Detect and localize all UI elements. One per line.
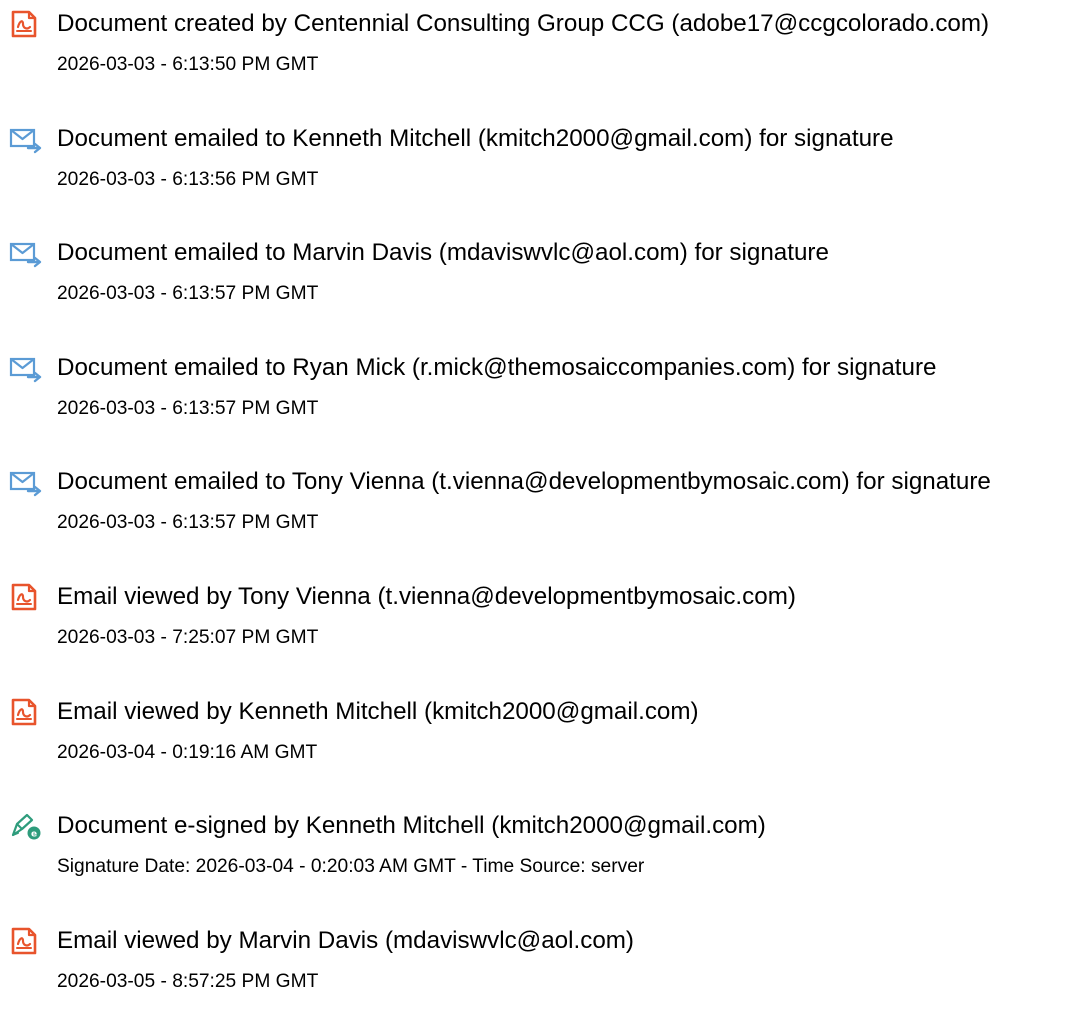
document-icon xyxy=(9,9,43,39)
event-timestamp: 2026-03-03 - 6:13:57 PM GMT xyxy=(57,398,319,419)
event-timestamp: 2026-03-03 - 7:25:07 PM GMT xyxy=(57,627,319,648)
event-timestamp: 2026-03-04 - 0:19:16 AM GMT xyxy=(57,742,318,763)
event-title: Document created by Centennial Consultin… xyxy=(57,10,990,37)
audit-event: Document emailed to Tony Vienna (t.vienn… xyxy=(0,458,1091,558)
svg-text:e: e xyxy=(31,830,37,840)
event-title: Document emailed to Marvin Davis (mdavis… xyxy=(57,239,829,266)
audit-event-list: Document created by Centennial Consultin… xyxy=(0,0,1091,992)
signature-pen-icon: e xyxy=(9,811,43,841)
email-send-icon xyxy=(9,238,43,268)
document-icon xyxy=(9,697,43,727)
event-signature-detail: Signature Date: 2026-03-04 - 0:20:03 AM … xyxy=(57,856,645,877)
email-send-icon xyxy=(9,124,43,154)
audit-event: Email viewed by Marvin Davis (mdaviswvlc… xyxy=(0,917,1091,1017)
event-timestamp: 2026-03-03 - 6:13:56 PM GMT xyxy=(57,169,319,190)
event-title: Document emailed to Ryan Mick (r.mick@th… xyxy=(57,354,937,381)
event-timestamp: 2026-03-03 - 6:13:50 PM GMT xyxy=(57,54,319,75)
audit-event: Document emailed to Kenneth Mitchell (km… xyxy=(0,115,1091,215)
event-title: Document e-signed by Kenneth Mitchell (k… xyxy=(57,812,766,839)
audit-event: Document emailed to Marvin Davis (mdavis… xyxy=(0,229,1091,329)
document-icon xyxy=(9,582,43,612)
event-timestamp: 2026-03-03 - 6:13:57 PM GMT xyxy=(57,283,319,304)
audit-event: Document created by Centennial Consultin… xyxy=(0,0,1091,100)
event-title: Email viewed by Kenneth Mitchell (kmitch… xyxy=(57,698,699,725)
event-title: Email viewed by Marvin Davis (mdaviswvlc… xyxy=(57,927,634,954)
email-send-icon xyxy=(9,353,43,383)
event-timestamp: 2026-03-03 - 6:13:57 PM GMT xyxy=(57,512,319,533)
event-timestamp: 2026-03-05 - 8:57:25 PM GMT xyxy=(57,971,319,992)
document-icon xyxy=(9,926,43,956)
event-title: Email viewed by Tony Vienna (t.vienna@de… xyxy=(57,583,796,610)
audit-event: Email viewed by Kenneth Mitchell (kmitch… xyxy=(0,688,1091,788)
audit-event: e Document e-signed by Kenneth Mitchell … xyxy=(0,802,1091,902)
event-title: Document emailed to Tony Vienna (t.vienn… xyxy=(57,468,991,495)
email-send-icon xyxy=(9,467,43,497)
event-title: Document emailed to Kenneth Mitchell (km… xyxy=(57,125,894,152)
audit-event: Email viewed by Tony Vienna (t.vienna@de… xyxy=(0,573,1091,673)
audit-event: Document emailed to Ryan Mick (r.mick@th… xyxy=(0,344,1091,444)
